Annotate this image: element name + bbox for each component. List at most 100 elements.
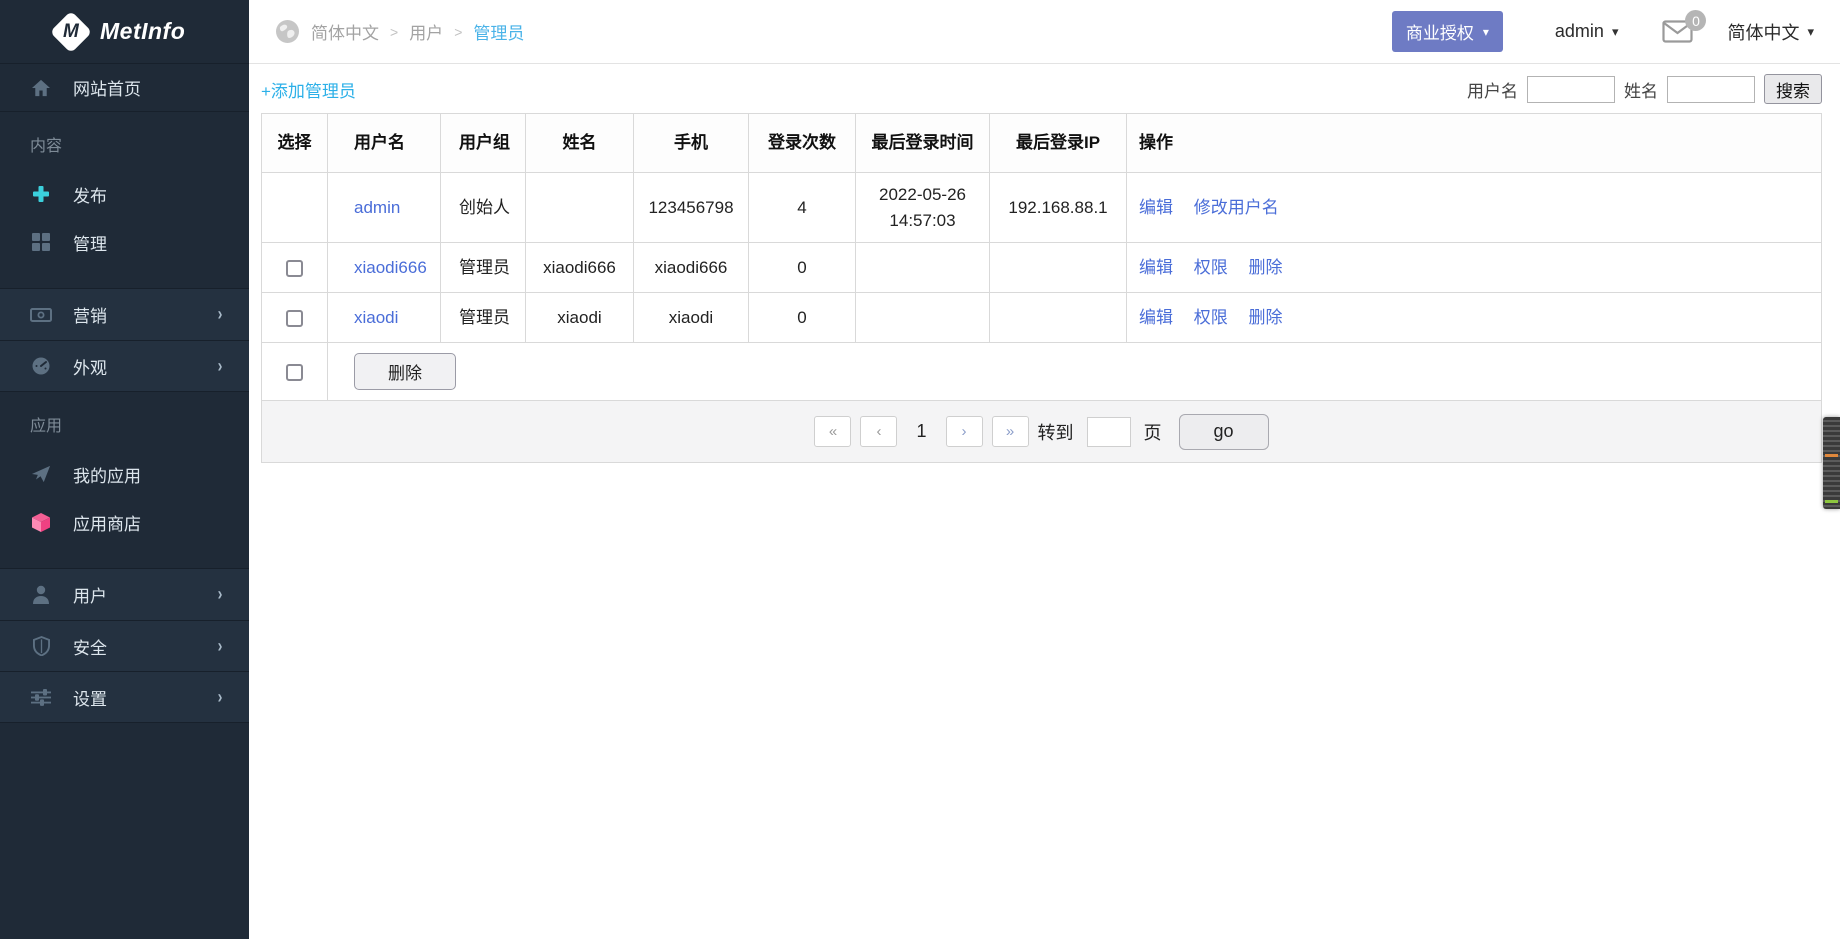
user-icon bbox=[30, 585, 52, 604]
sidebar-item-marketing[interactable]: 营销 › bbox=[0, 289, 249, 340]
sidebar-item-security[interactable]: 安全 › bbox=[0, 620, 249, 671]
logins-cell: 0 bbox=[748, 242, 856, 293]
username-link[interactable]: xiaodi666 bbox=[354, 258, 427, 277]
banknote-icon bbox=[30, 307, 52, 322]
row-checkbox[interactable] bbox=[286, 309, 303, 327]
edit-link[interactable]: 编辑 bbox=[1139, 198, 1173, 217]
last-login-time-cell: 2022-05-26 14:57:03 bbox=[855, 172, 990, 243]
chevron-right-icon: › bbox=[217, 304, 223, 324]
username-link[interactable]: admin bbox=[354, 198, 400, 217]
plus-icon bbox=[30, 185, 52, 203]
name-cell bbox=[525, 172, 634, 243]
sidebar-item-label: 外观 bbox=[73, 358, 107, 378]
table-row-xiaodi: xiaodi 管理员 xiaodi xiaodi 0 编辑 权限 删除 bbox=[261, 292, 1822, 343]
last-login-time-cell bbox=[855, 292, 990, 343]
breadcrumb-section[interactable]: 用户 bbox=[409, 19, 443, 44]
sidebar-item-label: 网站首页 bbox=[73, 80, 141, 99]
chevron-right-icon: › bbox=[217, 635, 223, 656]
sidebar-item-label: 用户 bbox=[73, 587, 107, 606]
breadcrumb: 简体中文 > 用户 > 管理员 bbox=[275, 19, 524, 44]
language-dropdown[interactable]: 简体中文 ▾ bbox=[1727, 19, 1814, 45]
user-dropdown-label: admin bbox=[1554, 21, 1604, 41]
last-login-ip-cell: 192.168.88.1 bbox=[989, 172, 1127, 243]
sidebar-item-label: 管理 bbox=[73, 234, 107, 254]
sidebar-item-label: 营销 bbox=[73, 307, 107, 326]
breadcrumb-lang[interactable]: 简体中文 bbox=[311, 19, 379, 44]
sidebar-item-settings[interactable]: 设置 › bbox=[0, 671, 249, 722]
row-checkbox[interactable] bbox=[286, 259, 303, 277]
pagination-bar: « ‹ 1 › » 转到 页 go bbox=[261, 401, 1822, 463]
last-login-time-cell bbox=[855, 242, 990, 293]
sidebar-item-my-apps[interactable]: 我的应用 bbox=[0, 450, 249, 498]
sidebar-item-users[interactable]: 用户 › bbox=[0, 569, 249, 620]
goto-page-input[interactable] bbox=[1086, 416, 1131, 447]
header-name: 姓名 bbox=[525, 113, 634, 173]
sidebar-item-label: 应用商店 bbox=[73, 514, 141, 534]
paper-plane-icon bbox=[30, 464, 52, 484]
phone-cell: 123456798 bbox=[633, 172, 749, 243]
pagination-first-button[interactable]: « bbox=[814, 416, 852, 447]
grid-icon bbox=[30, 233, 52, 251]
sidebar-item-label: 安全 bbox=[73, 638, 107, 658]
edit-link[interactable]: 编辑 bbox=[1139, 308, 1173, 327]
table-row-admin: admin 创始人 123456798 4 2022-05-26 14:57:0… bbox=[261, 172, 1822, 243]
sidebar-item-appearance[interactable]: 外观 › bbox=[0, 340, 249, 391]
messages-count-badge: 0 bbox=[1685, 10, 1707, 31]
sidebar-item-label: 发布 bbox=[73, 186, 107, 206]
last-login-ip-cell bbox=[989, 292, 1127, 343]
search-button[interactable]: 搜索 bbox=[1764, 74, 1822, 104]
permissions-link[interactable]: 权限 bbox=[1194, 308, 1228, 327]
search-username-label: 用户名 bbox=[1467, 81, 1518, 101]
license-dropdown-button[interactable]: 商业授权 ▾ bbox=[1391, 11, 1503, 52]
table-footer-row: 删除 bbox=[261, 342, 1822, 401]
admin-table: 选择 用户名 用户组 姓名 手机 登录次数 最后登录时间 最后登录IP 操作 a… bbox=[261, 113, 1822, 401]
sidebar-item-label: 我的应用 bbox=[73, 466, 141, 486]
table-row-xiaodi666: xiaodi666 管理员 xiaodi666 xiaodi666 0 编辑 权… bbox=[261, 242, 1822, 293]
pagination-prev-button[interactable]: ‹ bbox=[860, 416, 898, 447]
edit-link[interactable]: 编辑 bbox=[1139, 258, 1173, 277]
page-unit-label: 页 bbox=[1143, 422, 1162, 443]
sidebar-item-publish[interactable]: 发布 bbox=[0, 170, 249, 218]
change-username-link[interactable]: 修改用户名 bbox=[1194, 198, 1279, 217]
search-username-input[interactable] bbox=[1527, 75, 1615, 103]
sidebar-item-manage[interactable]: 管理 bbox=[0, 218, 249, 266]
search-name-input[interactable] bbox=[1667, 75, 1755, 103]
sidebar-group-system: 用户 › 安全 › 设置 › bbox=[0, 568, 249, 723]
minimap-green-marker bbox=[1825, 500, 1838, 503]
sidebar-item-home[interactable]: 网站首页 bbox=[0, 64, 249, 112]
add-admin-link[interactable]: +添加管理员 bbox=[261, 77, 356, 102]
delete-link[interactable]: 删除 bbox=[1248, 258, 1282, 277]
pagination-last-button[interactable]: » bbox=[991, 416, 1029, 447]
username-link[interactable]: xiaodi bbox=[354, 308, 398, 327]
permissions-link[interactable]: 权限 bbox=[1194, 258, 1228, 277]
caret-down-icon: ▾ bbox=[1482, 24, 1489, 39]
chevron-right-icon: › bbox=[217, 584, 223, 604]
header-last-login-time: 最后登录时间 bbox=[855, 113, 990, 173]
header-username: 用户名 bbox=[327, 113, 441, 173]
header-phone: 手机 bbox=[633, 113, 749, 173]
header-actions: 操作 bbox=[1126, 113, 1822, 173]
breadcrumb-separator: > bbox=[454, 23, 463, 40]
usergroup-cell: 创始人 bbox=[440, 172, 526, 243]
messages-button[interactable]: 0 bbox=[1662, 10, 1707, 43]
app-name: MetInfo bbox=[100, 18, 186, 44]
home-icon bbox=[30, 79, 52, 97]
delete-link[interactable]: 删除 bbox=[1248, 308, 1282, 327]
go-button[interactable]: go bbox=[1178, 413, 1269, 450]
user-dropdown[interactable]: admin ▾ bbox=[1555, 21, 1619, 42]
scroll-minimap-widget[interactable] bbox=[1823, 417, 1840, 509]
phone-cell: xiaodi666 bbox=[633, 242, 749, 293]
metinfo-logo-icon: M bbox=[49, 10, 93, 53]
last-login-ip-cell bbox=[989, 242, 1127, 293]
bulk-delete-button[interactable]: 删除 bbox=[354, 353, 456, 390]
select-all-checkbox[interactable] bbox=[286, 363, 303, 381]
usergroup-cell: 管理员 bbox=[440, 242, 526, 293]
content-toolbar: +添加管理员 用户名 姓名 搜索 bbox=[249, 65, 1840, 113]
header-logins: 登录次数 bbox=[748, 113, 856, 173]
sidebar-item-app-store[interactable]: 应用商店 bbox=[0, 498, 249, 546]
app-logo[interactable]: M MetInfo bbox=[0, 0, 249, 64]
pagination-next-button[interactable]: › bbox=[945, 416, 983, 447]
topbar-right-cluster: 商业授权 ▾ admin ▾ 0 简体中文 ▾ bbox=[1391, 10, 1814, 52]
breadcrumb-current[interactable]: 管理员 bbox=[473, 19, 524, 44]
phone-cell: xiaodi bbox=[633, 292, 749, 343]
